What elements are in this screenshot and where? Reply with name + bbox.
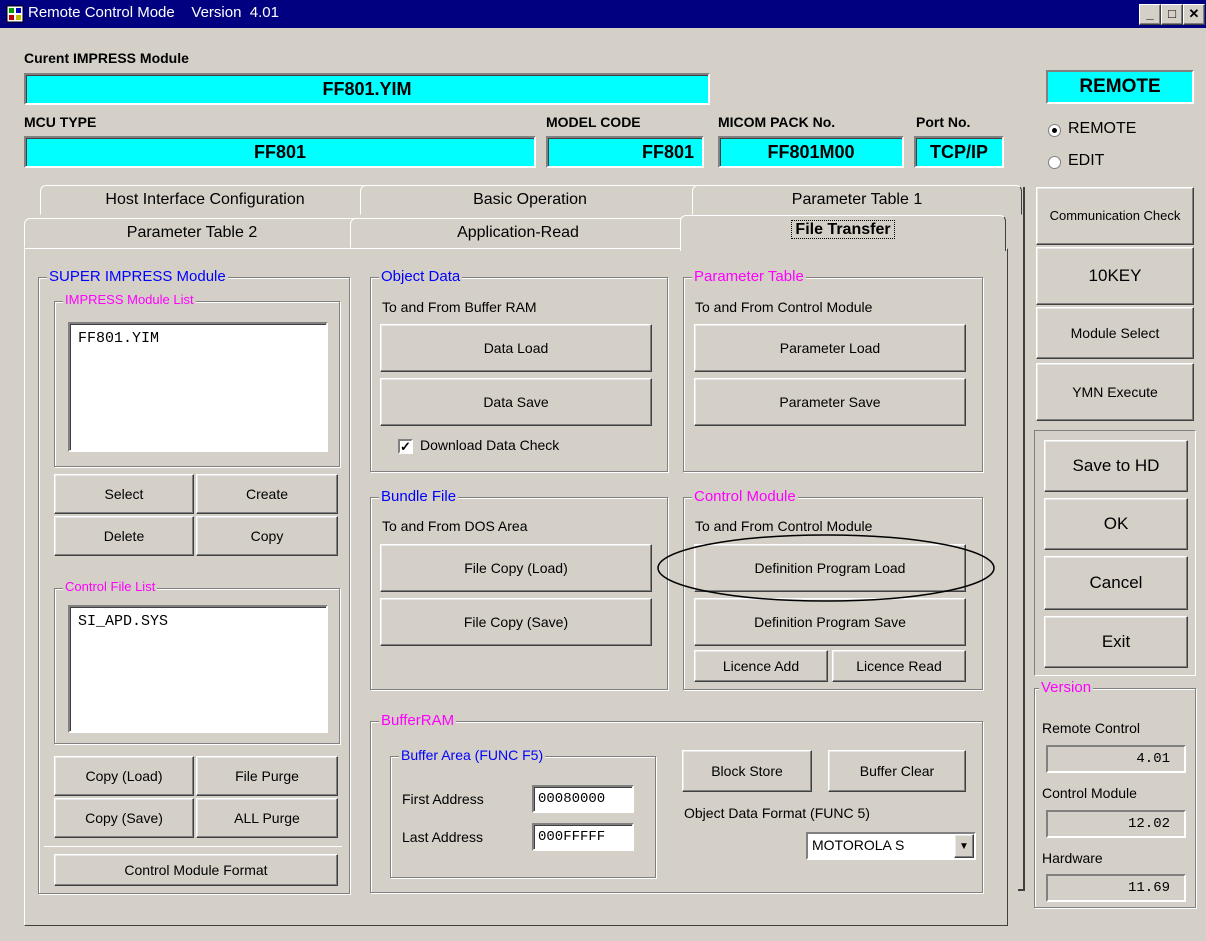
remote-control-version-value: 4.01 xyxy=(1046,745,1186,773)
data-save-button[interactable]: Data Save xyxy=(380,378,652,426)
control-module-version-value: 12.02 xyxy=(1046,810,1186,838)
file-copy-load-button[interactable]: File Copy (Load) xyxy=(380,544,652,592)
model-code-value: FF801 xyxy=(546,136,704,168)
communication-check-button[interactable]: Communication Check xyxy=(1036,187,1194,245)
window-title: Remote Control Mode xyxy=(28,4,175,21)
module-label: Curent IMPRESS Module xyxy=(24,50,189,66)
object-data-format-label: Object Data Format (FUNC 5) xyxy=(684,805,870,821)
hardware-version-label: Hardware xyxy=(1042,850,1103,866)
version-title: Version xyxy=(1039,679,1094,696)
module-value: FF801.YIM xyxy=(24,73,710,105)
chevron-down-icon[interactable]: ▼ xyxy=(954,834,974,858)
object-data-format-select[interactable]: MOTOROLA S ▼ xyxy=(806,832,976,860)
control-module-title: Control Module xyxy=(692,488,798,505)
port-value: TCP/IP xyxy=(914,136,1004,168)
copy-save-button[interactable]: Copy (Save) xyxy=(54,798,194,838)
ok-button[interactable]: OK xyxy=(1044,498,1188,550)
micom-pack-label: MICOM PACK No. xyxy=(718,114,836,130)
download-data-check-checkbox[interactable]: ✓ xyxy=(398,439,413,454)
mcu-label: MCU TYPE xyxy=(24,114,97,130)
super-impress-title: SUPER IMPRESS Module xyxy=(47,268,228,285)
licence-read-button[interactable]: Licence Read xyxy=(832,650,966,682)
control-file-list-title: Control File List xyxy=(63,579,158,594)
remote-radio[interactable] xyxy=(1048,124,1061,137)
first-address-input[interactable]: 00080000 xyxy=(532,785,634,813)
title-bar: Remote Control Mode Version 4.01 _ □ ✕ xyxy=(0,0,1206,28)
buffer-clear-button[interactable]: Buffer Clear xyxy=(828,750,966,792)
app-icon xyxy=(6,5,24,23)
file-purge-button[interactable]: File Purge xyxy=(196,756,338,796)
maximize-icon[interactable]: □ xyxy=(1161,4,1183,25)
download-data-check-label: Download Data Check xyxy=(420,437,560,453)
impress-module-list[interactable]: FF801.YIM xyxy=(68,322,328,452)
status-badge: REMOTE xyxy=(1046,70,1194,104)
bundle-file-subtitle: To and From DOS Area xyxy=(382,518,528,534)
edit-radio[interactable] xyxy=(1048,156,1061,169)
parameter-load-button[interactable]: Parameter Load xyxy=(694,324,966,372)
divider xyxy=(44,846,342,847)
object-data-title: Object Data xyxy=(379,268,463,285)
file-copy-save-button[interactable]: File Copy (Save) xyxy=(380,598,652,646)
last-address-label: Last Address xyxy=(402,829,483,845)
definition-program-save-button[interactable]: Definition Program Save xyxy=(694,598,966,646)
first-address-label: First Address xyxy=(402,791,484,807)
list-item[interactable]: SI_APD.SYS xyxy=(78,613,318,630)
tab-application-read[interactable]: Application-Read xyxy=(350,218,686,248)
tab-file-transfer-label: File Transfer xyxy=(791,220,895,239)
copy-load-button[interactable]: Copy (Load) xyxy=(54,756,194,796)
parameter-table-subtitle: To and From Control Module xyxy=(695,299,873,315)
object-data-format-value: MOTOROLA S xyxy=(812,837,905,853)
buffer-ram-title: BufferRAM xyxy=(379,712,457,729)
minimize-icon[interactable]: _ xyxy=(1139,4,1161,25)
remote-control-version-label: Remote Control xyxy=(1042,720,1141,736)
block-store-button[interactable]: Block Store xyxy=(682,750,812,792)
micom-pack-value: FF801M00 xyxy=(718,136,904,168)
all-purge-button[interactable]: ALL Purge xyxy=(196,798,338,838)
module-select-button[interactable]: Module Select xyxy=(1036,307,1194,359)
control-file-list[interactable]: SI_APD.SYS xyxy=(68,605,328,733)
10key-button[interactable]: 10KEY xyxy=(1036,247,1194,305)
model-code-label: MODEL CODE xyxy=(546,114,641,130)
last-address-input[interactable]: 000FFFFF xyxy=(532,823,634,851)
tab-host-interface[interactable]: Host Interface Configuration xyxy=(40,185,370,215)
tab-basic-operation[interactable]: Basic Operation xyxy=(360,185,700,215)
tab-file-transfer[interactable]: File Transfer xyxy=(680,215,1006,251)
control-module-format-button[interactable]: Control Module Format xyxy=(54,854,338,886)
create-button[interactable]: Create xyxy=(196,474,338,514)
object-data-subtitle: To and From Buffer RAM xyxy=(382,299,537,315)
delete-button[interactable]: Delete xyxy=(54,516,194,556)
port-label: Port No. xyxy=(916,114,971,130)
window-version: Version 4.01 xyxy=(191,4,279,21)
save-to-hd-button[interactable]: Save to HD xyxy=(1044,440,1188,492)
remote-radio-label: REMOTE xyxy=(1068,120,1137,137)
definition-program-load-button[interactable]: Definition Program Load xyxy=(694,544,966,592)
list-item[interactable]: FF801.YIM xyxy=(78,330,318,347)
tab-stack-edge xyxy=(1018,187,1025,891)
data-load-button[interactable]: Data Load xyxy=(380,324,652,372)
mcu-value: FF801 xyxy=(24,136,536,168)
cancel-button[interactable]: Cancel xyxy=(1044,556,1188,610)
parameter-table-title: Parameter Table xyxy=(692,268,806,285)
tab-parameter-table-2[interactable]: Parameter Table 2 xyxy=(24,218,360,248)
exit-button[interactable]: Exit xyxy=(1044,616,1188,668)
ymn-execute-button[interactable]: YMN Execute xyxy=(1036,363,1194,421)
buffer-area-title: Buffer Area (FUNC F5) xyxy=(399,747,546,763)
bundle-file-title: Bundle File xyxy=(379,488,459,505)
close-icon[interactable]: ✕ xyxy=(1183,4,1205,25)
edit-radio-label: EDIT xyxy=(1068,152,1105,169)
tab-parameter-table-1[interactable]: Parameter Table 1 xyxy=(692,185,1022,215)
licence-add-button[interactable]: Licence Add xyxy=(694,650,828,682)
buffer-area-group: Buffer Area (FUNC F5) xyxy=(390,747,656,878)
hardware-version-value: 11.69 xyxy=(1046,874,1186,902)
copy-button[interactable]: Copy xyxy=(196,516,338,556)
control-module-subtitle: To and From Control Module xyxy=(695,518,873,534)
parameter-save-button[interactable]: Parameter Save xyxy=(694,378,966,426)
impress-module-list-title: IMPRESS Module List xyxy=(63,292,196,307)
select-button[interactable]: Select xyxy=(54,474,194,514)
control-module-version-label: Control Module xyxy=(1042,785,1137,801)
